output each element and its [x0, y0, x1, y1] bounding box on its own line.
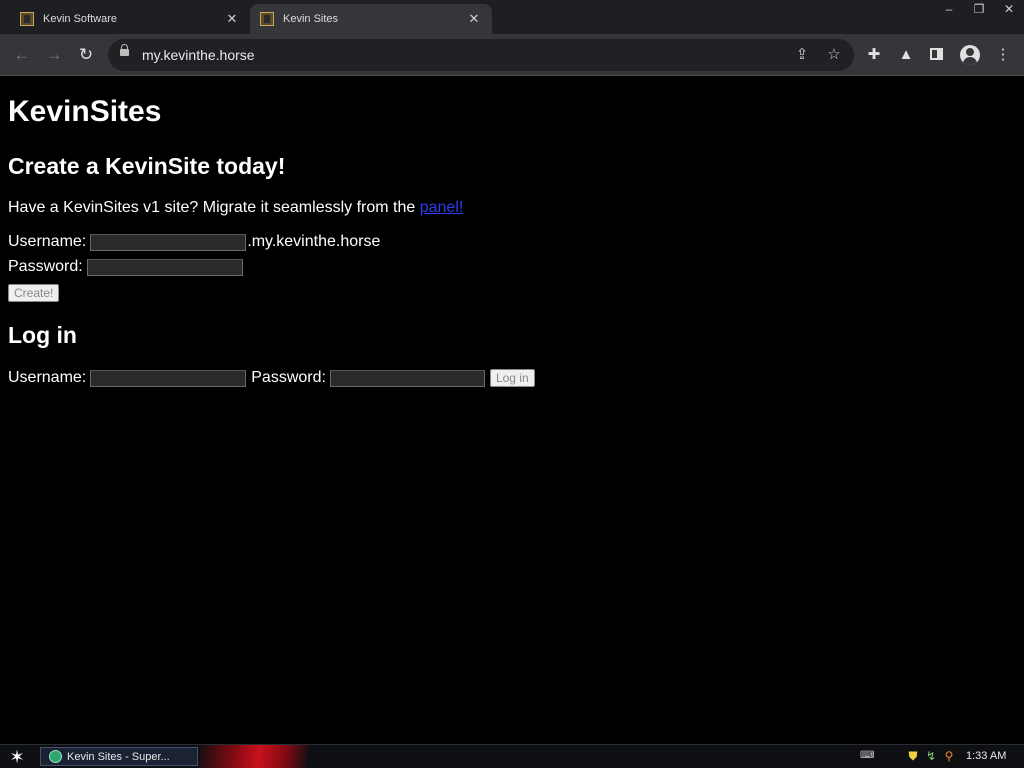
login-username-label: Username:: [8, 369, 87, 386]
share-icon[interactable]: ⇪: [792, 45, 812, 63]
login-row: Username: Password: Log in: [8, 369, 535, 387]
browser-app-icon: [49, 750, 62, 763]
taskbar-decoration: [198, 745, 308, 768]
side-panel-icon[interactable]: [930, 48, 943, 60]
domain-suffix: .my.kevinthe.horse: [247, 233, 381, 250]
page-content: KevinSites Create a KevinSite today! Hav…: [0, 77, 1024, 744]
address-bar[interactable]: my.kevinthe.horse ⇪ ☆: [108, 39, 854, 71]
bookmark-star-icon[interactable]: ☆: [824, 45, 844, 63]
close-window-icon[interactable]: ✕: [994, 0, 1024, 18]
profile-avatar-icon[interactable]: [960, 45, 980, 65]
labs-flask-icon[interactable]: ▲: [896, 45, 916, 65]
url-text: my.kevinthe.horse: [142, 47, 255, 63]
create-username-input[interactable]: [90, 233, 247, 251]
system-clock[interactable]: 1:33 AM: [966, 750, 1006, 762]
window-controls: – ❐ ✕: [934, 0, 1024, 20]
create-password-row: Password:: [8, 258, 244, 276]
security-shield-icon[interactable]: ⛊: [906, 749, 920, 763]
migrate-text: Have a KevinSites v1 site? Migrate it se…: [8, 199, 420, 216]
tab-title: Kevin Sites: [283, 13, 339, 25]
site-favicon-icon: [260, 12, 274, 26]
migrate-notice: Have a KevinSites v1 site? Migrate it se…: [8, 199, 463, 217]
login-heading: Log in: [8, 322, 77, 348]
site-favicon-icon: [20, 12, 34, 26]
create-username-label: Username:: [8, 233, 87, 250]
lock-icon[interactable]: [120, 44, 129, 56]
taskbar: ✶ Kevin Sites - Super... ⌨ ⛊ ↯ ⚲ 1:33 AM: [0, 744, 1024, 768]
tab-title: Kevin Software: [43, 13, 117, 25]
restore-icon[interactable]: ❐: [964, 0, 994, 18]
reload-icon[interactable]: ↻: [76, 45, 96, 65]
login-username-input[interactable]: [90, 369, 247, 387]
login-password-label: Password:: [251, 369, 326, 386]
create-heading: Create a KevinSite today!: [8, 153, 286, 179]
extensions-puzzle-icon[interactable]: ✚: [864, 45, 884, 65]
panel-link[interactable]: panel!: [420, 199, 464, 216]
create-password-label: Password:: [8, 258, 83, 275]
minimize-icon[interactable]: –: [934, 0, 964, 18]
close-tab-icon[interactable]: ✕: [464, 11, 484, 27]
search-tray-icon[interactable]: ⚲: [942, 749, 956, 763]
taskbar-window-label: Kevin Sites - Super...: [67, 750, 170, 763]
start-star-icon[interactable]: ✶: [6, 747, 28, 767]
create-password-input[interactable]: [86, 258, 243, 276]
tab-kevin-software[interactable]: Kevin Software ✕: [10, 4, 250, 34]
site-title: KevinSites: [8, 95, 162, 128]
create-username-row: Username: .my.kevinthe.horse: [8, 233, 380, 251]
tab-strip: Kevin Software ✕ Kevin Sites ✕ – ❐ ✕: [0, 0, 1024, 34]
forward-arrow-icon[interactable]: →: [44, 45, 64, 65]
keyboard-icon[interactable]: ⌨: [860, 749, 874, 763]
login-password-input[interactable]: [329, 369, 485, 387]
taskbar-window-button[interactable]: Kevin Sites - Super...: [40, 747, 198, 766]
create-button[interactable]: Create!: [8, 284, 60, 302]
back-arrow-icon[interactable]: ←: [12, 45, 32, 65]
menu-kebab-icon[interactable]: ⋮: [993, 45, 1013, 65]
network-icon[interactable]: ↯: [924, 749, 938, 763]
close-tab-icon[interactable]: ✕: [222, 11, 242, 27]
login-button[interactable]: Log in: [489, 369, 535, 387]
tab-kevin-sites[interactable]: Kevin Sites ✕: [250, 4, 492, 34]
browser-toolbar: ← → ↻ my.kevinthe.horse ⇪ ☆ ✚ ▲ ⋮: [0, 34, 1024, 76]
